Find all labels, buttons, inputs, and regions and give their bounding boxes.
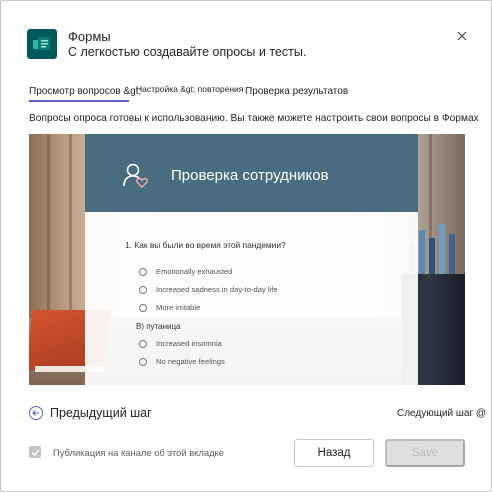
pencil [439,224,445,274]
radio-option: Emotionally exhausted [139,267,232,276]
form-preview-image: Проверка сотрудников 1. Как вы были во в… [29,134,465,385]
app-title: Формы [68,29,111,44]
tab-check-results[interactable]: Проверка результатов [245,86,348,97]
form-card: Проверка сотрудников 1. Как вы были во в… [85,134,418,385]
tab-recurrence-settings[interactable]: Настройка &gt; повторения [136,84,243,94]
radio-option: More irritable [139,303,200,312]
pencil [429,238,435,274]
radio-option: Increased sadness in day-to-day life [139,285,278,294]
form-header: Проверка сотрудников [85,134,418,212]
option-label: More irritable [156,303,201,312]
radio-icon [139,339,147,348]
save-button[interactable]: Save [385,439,465,467]
publish-option: Публикация на канале об этой вкладке [29,446,224,458]
person-heart-icon [123,163,148,188]
question-text: 1. Как вы были во время этой пандемии? [125,240,286,250]
previous-step-link[interactable]: Предыдущий шаг [29,406,152,420]
publish-checkbox[interactable] [29,446,41,458]
close-button[interactable] [453,27,471,45]
checkmark-icon [31,449,40,456]
tab-preview-questions[interactable]: Просмотр вопросов &gt; [29,86,141,97]
option-label: Increased sadness in day-to-day life [156,285,278,294]
forms-dialog: Формы С легкостью создавайте опросы и те… [0,0,492,492]
forms-logo-icon [27,29,57,59]
pencil [419,230,425,274]
section-label: B) путаница [136,322,181,331]
intro-text: Вопросы опроса готовы к использованию. В… [29,113,479,124]
radio-option: No negative feelings [139,357,225,366]
option-label: Emotionally exhausted [156,267,233,276]
active-tab-indicator [29,100,129,102]
radio-option: Increased insomnia [139,339,222,348]
radio-icon [139,303,147,312]
option-label: Increased insomnia [156,339,222,348]
radio-icon [139,357,147,366]
arrow-left-circle-icon [29,406,43,420]
app-subtitle: С легкостью создавайте опросы и тесты. [68,45,307,59]
publish-label: Публикация на канале об этой вкладке [53,446,224,458]
radio-icon [139,285,147,294]
option-label: No negative feelings [156,357,225,366]
back-button[interactable]: Назад [294,439,374,467]
next-step-link[interactable]: Следующий шаг @ [397,408,486,419]
previous-step-label: Предыдущий шаг [50,406,152,420]
close-icon [457,31,467,41]
pencil [449,234,455,274]
form-title: Проверка сотрудников [171,167,329,184]
radio-icon [139,267,147,276]
